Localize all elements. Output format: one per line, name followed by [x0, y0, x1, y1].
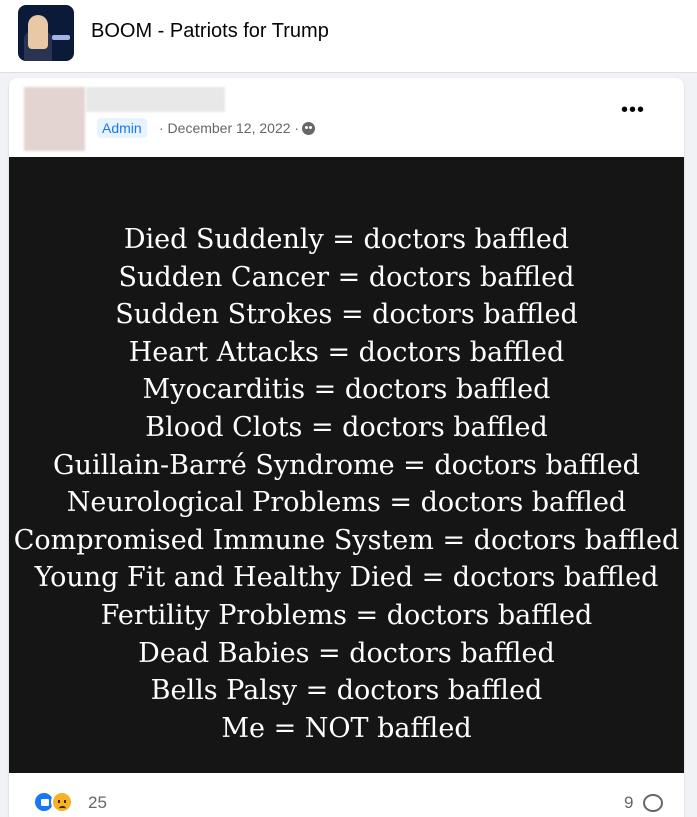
image-text-line: Dead Babies = doctors baffled	[138, 637, 555, 669]
more-options-button[interactable]: •••	[615, 100, 651, 128]
sad-icon	[51, 791, 73, 813]
image-text-line: Sudden Cancer = doctors baffled	[118, 261, 575, 293]
post-footer: 25 9	[9, 781, 684, 817]
image-text-line: Heart Attacks = doctors baffled	[128, 336, 565, 368]
post-meta[interactable]: · December 12, 2022 ·	[159, 120, 316, 136]
comment-icon[interactable]	[643, 794, 663, 812]
image-text-line: Myocarditis = doctors baffled	[142, 374, 551, 406]
image-text-line: Blood Clots = doctors baffled	[145, 411, 548, 443]
post-date[interactable]: · December 12, 2022 ·	[159, 120, 299, 136]
group-header: BOOM - Patriots for Trump	[0, 0, 697, 73]
image-text-lines: Died Suddenly = doctors baffled Sudden Ca…	[9, 221, 684, 747]
comment-count[interactable]: 9	[624, 793, 633, 813]
avatar-figure-head	[28, 15, 48, 49]
image-text-line: Died Suddenly = doctors baffled	[123, 224, 570, 255]
image-text-line: Bells Palsy = doctors baffled	[150, 675, 543, 707]
image-text-line: Me = NOT baffled	[221, 712, 472, 744]
reaction-count[interactable]: 25	[88, 793, 107, 813]
post-image[interactable]: Died Suddenly = doctors baffled Sudden Ca…	[9, 157, 684, 773]
group-name[interactable]: BOOM - Patriots for Trump	[91, 20, 329, 43]
image-text-line: Young Fit and Healthy Died = doctors baf…	[34, 562, 659, 594]
image-text-line: Sudden Strokes = doctors baffled	[115, 299, 578, 331]
image-text-line: Guillain-Barré Syndrome = doctors baffle…	[53, 449, 640, 481]
admin-badge: Admin	[97, 118, 147, 138]
avatar-logo-mark	[52, 35, 70, 40]
post-card: Admin · December 12, 2022 · ••• Died Sud…	[9, 78, 684, 817]
image-text-line: Fertility Problems = doctors baffled	[100, 599, 593, 631]
poster-avatar[interactable]	[24, 87, 85, 151]
image-text-line: Neurological Problems = doctors baffled	[66, 487, 627, 519]
poster-name-redacted[interactable]	[86, 87, 225, 112]
group-avatar[interactable]	[18, 5, 74, 61]
group-audience-icon	[302, 122, 316, 135]
image-text-line: Compromised Immune System = doctors baff…	[13, 524, 680, 556]
